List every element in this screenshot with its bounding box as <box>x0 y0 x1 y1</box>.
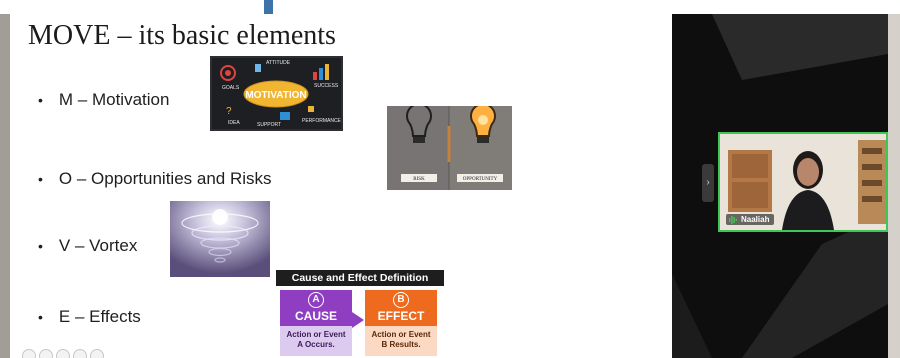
effect-desc-line2: B Results. <box>381 340 421 349</box>
effect-desc-line1: Action or Event <box>371 330 431 339</box>
cause-effect-header: Cause and Effect Definition <box>276 270 444 286</box>
cause-effect-arrow <box>352 312 364 328</box>
risk-label: RISK <box>413 177 425 182</box>
motivation-center-word: MOTIVATION <box>245 90 306 101</box>
svg-text:IDEA: IDEA <box>228 120 240 126</box>
bullet-dot: • <box>38 171 43 187</box>
cause-description: Action or Event A Occurs. <box>280 326 352 356</box>
participant-name-tag: Naaliah <box>726 214 775 225</box>
bullet-motivation: • M – Motivation <box>38 90 169 110</box>
svg-text:?: ? <box>226 106 232 117</box>
risk-opportunity-image: RISK OPPORTUNITY <box>387 106 512 190</box>
motivation-image: MOTIVATION GOALS ATTITUDE SUCCESS IDEA S… <box>210 56 343 131</box>
bullet-dot: • <box>38 238 43 254</box>
bullet-vortex: • V – Vortex <box>38 236 137 256</box>
participant-name: Naaliah <box>741 215 770 224</box>
bullet-dot: • <box>38 92 43 108</box>
bullet-label: M – Motivation <box>58 90 170 109</box>
effect-title-text: EFFECT <box>377 309 425 323</box>
slide-control-button[interactable] <box>90 349 104 358</box>
cause-title-text: CAUSE <box>294 309 337 323</box>
effect-description: Action or Event B Results. <box>365 326 437 356</box>
bullet-effects: • E – Effects <box>38 307 141 327</box>
slide-control-button[interactable] <box>73 349 87 358</box>
top-accent-tab <box>264 0 273 14</box>
svg-text:SUCCESS: SUCCESS <box>314 83 339 89</box>
slide-controls <box>22 349 104 358</box>
svg-text:SUPPORT: SUPPORT <box>257 122 281 128</box>
opportunity-label: OPPORTUNITY <box>463 177 498 182</box>
bullet-label: O – Opportunities and Risks <box>58 169 272 188</box>
window-right-edge <box>888 14 900 358</box>
slide-control-button[interactable] <box>56 349 70 358</box>
bullet-dot: • <box>38 309 43 325</box>
svg-text:PERFORMANCE: PERFORMANCE <box>302 118 342 124</box>
bullet-opportunities: • O – Opportunities and Risks <box>38 169 272 189</box>
effect-title: B EFFECT <box>365 290 437 326</box>
collapse-chevron-icon[interactable]: › <box>702 164 714 202</box>
slide-control-button[interactable] <box>22 349 36 358</box>
cause-desc-line1: Action or Event <box>286 330 346 339</box>
cause-letter-badge: A <box>308 292 324 308</box>
effect-box: B EFFECT Action or Event B Results. <box>365 290 437 356</box>
bullet-label: E – Effects <box>58 307 141 326</box>
svg-text:GOALS: GOALS <box>222 85 240 91</box>
effect-letter-badge: B <box>393 292 409 308</box>
bullet-label: V – Vortex <box>58 236 138 255</box>
cause-box: A CAUSE Action or Event A Occurs. <box>280 290 352 356</box>
vortex-image <box>170 201 270 277</box>
top-strip <box>0 0 900 14</box>
svg-text:ATTITUDE: ATTITUDE <box>266 60 291 66</box>
presentation-slide: MOVE – its basic elements • M – Motivati… <box>10 14 672 358</box>
participant-video-tile[interactable]: Naaliah <box>718 132 888 232</box>
mic-icon <box>729 215 737 224</box>
slide-title: MOVE – its basic elements <box>28 20 336 51</box>
cause-desc-line2: A Occurs. <box>297 340 335 349</box>
cause-title: A CAUSE <box>280 290 352 326</box>
slide-control-button[interactable] <box>39 349 53 358</box>
